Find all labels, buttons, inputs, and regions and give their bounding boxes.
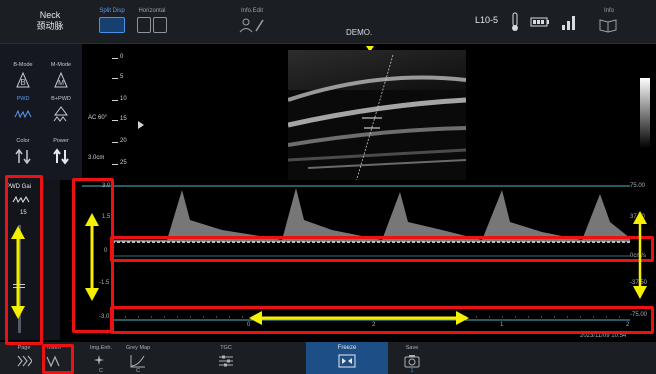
exam-preset-subname: 颈动脉: [36, 21, 64, 31]
highlight-baseline: [110, 236, 654, 262]
split-disp-label: Split Disp: [99, 8, 125, 14]
b-pwd-mode-button[interactable]: B+PWD: [44, 96, 78, 134]
save-count: 1: [410, 368, 414, 374]
depth-tick-label: 5: [120, 74, 124, 80]
freeze-label: Freeze: [337, 345, 357, 351]
depth-tick-label: 25: [120, 160, 127, 166]
depth-tick-label: 15: [120, 116, 127, 122]
grey-map-label: Grey Map: [126, 345, 151, 351]
sliders-icon: [219, 355, 233, 367]
pwd-wave-icon: [14, 109, 32, 119]
svg-text:B: B: [20, 78, 25, 87]
depth-readout: 3.0cm: [88, 155, 105, 161]
page-button[interactable]: Page: [16, 345, 32, 368]
info-label: Info: [603, 8, 614, 14]
probe-name: L10-5: [475, 15, 499, 25]
power-mode-button[interactable]: Power: [44, 138, 78, 176]
play-icon: [138, 121, 144, 129]
vertical-double-arrow-icon: [11, 226, 25, 319]
img-enh-label: Img.Enh.: [90, 345, 113, 351]
depth-tick: [112, 100, 118, 101]
pwd-mode-button[interactable]: PWD: [6, 96, 40, 134]
svg-text:M: M: [58, 80, 64, 87]
depth-tick: [112, 142, 118, 143]
grey-map-value: C: [136, 368, 141, 374]
freeze-button[interactable]: Freeze: [306, 342, 388, 374]
b-pwd-icon: [53, 106, 68, 122]
info-edit-button[interactable]: Info.Edit: [238, 8, 266, 35]
curve-icon: [130, 355, 146, 368]
velocity-label-right: 75.00: [630, 183, 646, 189]
depth-tick-label: 0: [120, 54, 124, 60]
img-enh-button[interactable]: Img.Enh. C: [90, 345, 112, 374]
tgc-label: TGC: [220, 345, 232, 351]
vertical-double-arrow-icon: [85, 213, 99, 301]
signal-icon: [562, 16, 575, 30]
power-arrows-icon: [53, 148, 69, 165]
depth-tick: [112, 58, 118, 59]
m-mode-label: M-Mode: [50, 62, 72, 68]
depth-tick-label: 10: [120, 96, 127, 102]
thermometer-icon: [512, 12, 518, 31]
b-mode-icon: B: [16, 71, 30, 88]
split-disp-button[interactable]: Split Disp: [98, 8, 126, 35]
m-mode-icon: M: [54, 71, 68, 88]
m-mode-button[interactable]: M-Mode M: [44, 62, 78, 100]
horizontal-layout-icon-2: [153, 17, 167, 33]
exam-preset-name: Neck: [39, 10, 61, 20]
mode-panel: B-Mode B M-Mode M PWD B+PWD Color Power: [0, 44, 82, 180]
power-mode-label: Power: [53, 138, 69, 144]
depth-tick: [112, 164, 118, 165]
top-bar: Neck 颈动脉 Split Disp Horizontal Info.Edit…: [0, 0, 656, 44]
split-screen-icon: [99, 17, 125, 33]
person-edit-icon: [239, 18, 264, 33]
horizontal-button[interactable]: Horizontal: [136, 8, 168, 35]
info-button[interactable]: Info: [598, 8, 620, 35]
depth-scale: 0 5 10 15 20 25: [112, 50, 152, 180]
depth-tick: [112, 78, 118, 79]
book-icon: [599, 19, 617, 33]
camera-icon: [404, 355, 420, 368]
horizontal-double-arrow-icon: [249, 311, 469, 325]
carotid-ultrasound-image: [288, 50, 466, 182]
depth-tick-label: 20: [120, 138, 127, 144]
vertical-double-arrow-icon: [633, 211, 647, 299]
highlight-invert: [42, 344, 74, 374]
battery-icon: [530, 17, 549, 27]
img-enh-value: C: [99, 368, 103, 374]
horizontal-layout-icon: [137, 17, 151, 33]
save-label: Save: [405, 345, 419, 351]
b-mode-button[interactable]: B-Mode B: [6, 62, 40, 100]
horizontal-label: Horizontal: [138, 8, 166, 14]
angle-correction: AC 60°: [88, 115, 108, 121]
freeze-icon: [338, 354, 356, 368]
color-mode-label: Color: [16, 138, 30, 144]
b-mode-image[interactable]: [288, 50, 466, 182]
sparkle-icon: [94, 355, 104, 365]
color-arrows-icon: [15, 148, 31, 165]
grey-map-button[interactable]: Grey Map C: [126, 345, 150, 374]
color-mode-button[interactable]: Color: [6, 138, 40, 176]
page-label: Page: [17, 345, 31, 351]
exam-preset[interactable]: Neck 颈动脉: [28, 10, 72, 32]
b-mode-label: B-Mode: [13, 62, 33, 68]
b-pwd-mode-label: B+PWD: [51, 96, 71, 102]
save-button[interactable]: Save 1: [404, 345, 420, 374]
patient-name: DEMO.: [346, 28, 373, 37]
info-edit-label: Info.Edit: [240, 8, 263, 14]
chevrons-right-icon: [17, 355, 32, 367]
greyscale-bar: [640, 78, 650, 148]
tgc-button[interactable]: TGC: [218, 345, 234, 368]
pwd-mode-label: PWD: [16, 96, 30, 102]
depth-tick: [112, 120, 118, 121]
